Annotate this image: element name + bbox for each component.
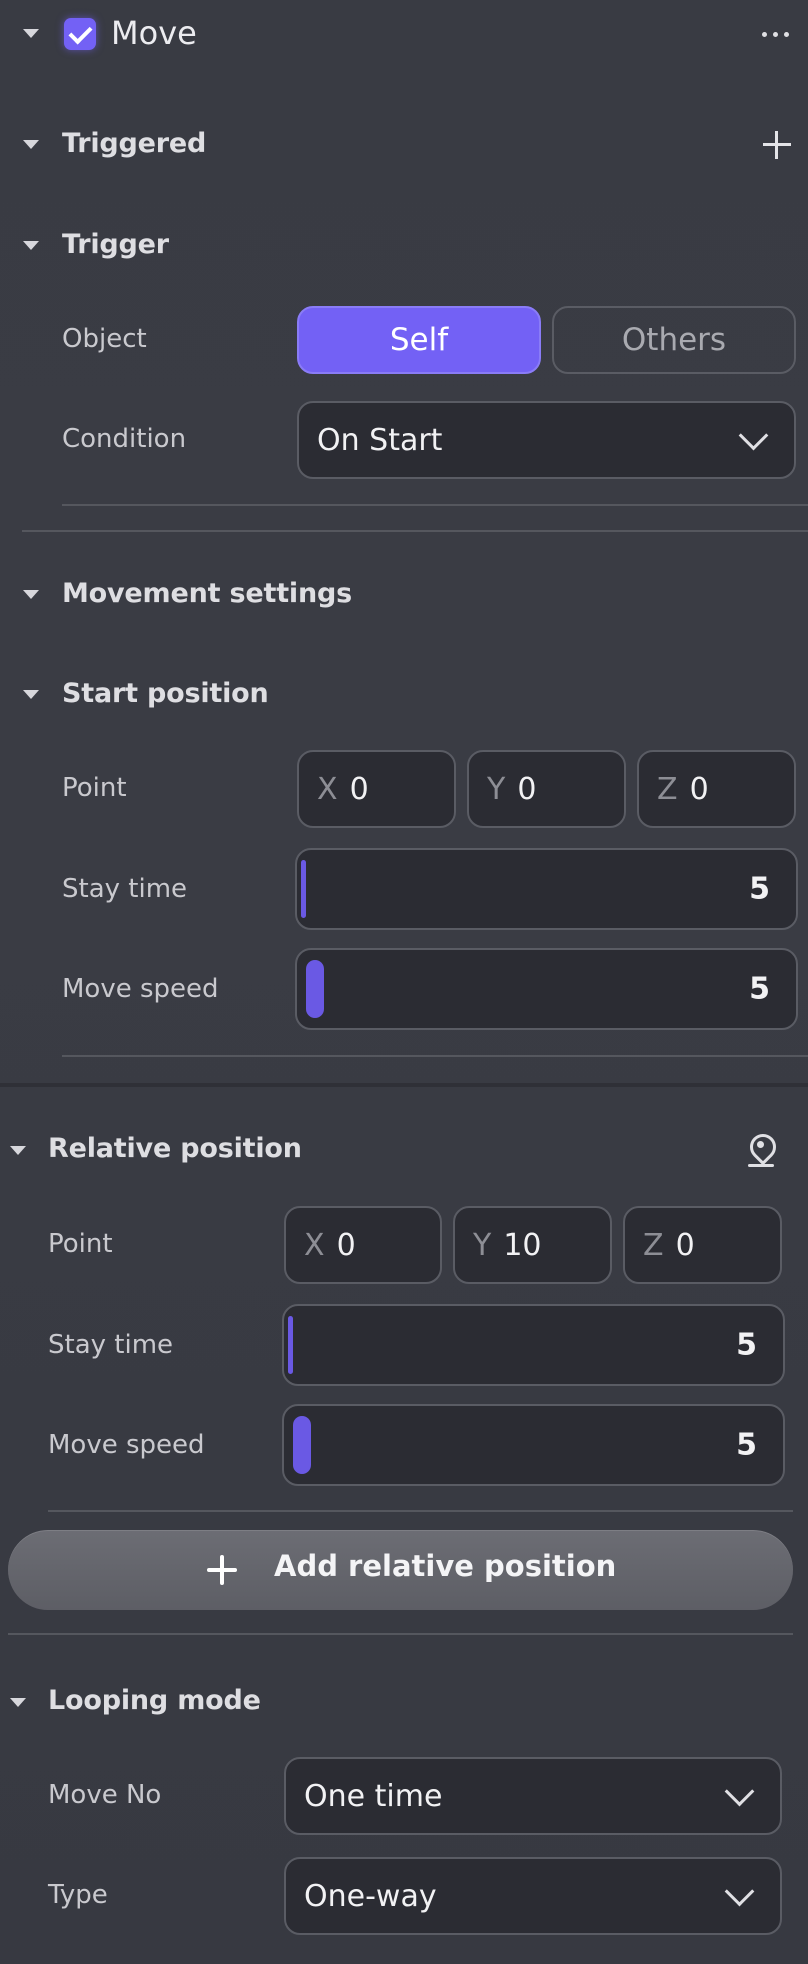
collapse-caret-icon[interactable]: [23, 140, 39, 149]
type-select[interactable]: One-way: [284, 1857, 782, 1935]
point-x-value: 0: [349, 772, 369, 807]
move-no-label: Move No: [48, 1780, 162, 1810]
section-title-movement: Movement settings: [62, 578, 352, 609]
add-relative-position-button[interactable]: Add relative position: [8, 1530, 793, 1610]
collapse-caret-icon[interactable]: [23, 241, 39, 250]
point-z-input[interactable]: Z0: [623, 1206, 782, 1284]
divider: [62, 1055, 808, 1057]
stay-time-slider[interactable]: 5: [295, 848, 798, 930]
slider-fill[interactable]: [288, 1316, 293, 1374]
point-x-input[interactable]: X0: [297, 750, 456, 828]
slider-handle[interactable]: [293, 1416, 311, 1474]
point-y-value: 0: [517, 772, 537, 807]
axis-label: X: [304, 1228, 325, 1263]
type-label: Type: [48, 1880, 108, 1910]
stay-time-label: Stay time: [48, 1330, 174, 1360]
divider: [48, 1510, 793, 1512]
collapse-caret-icon[interactable]: [23, 590, 39, 599]
move-no-select[interactable]: One time: [284, 1757, 782, 1835]
stay-time-value: 5: [749, 871, 770, 907]
object-option-others[interactable]: Others: [552, 306, 796, 374]
section-title-relative-position: Relative position: [48, 1133, 302, 1164]
section-title-triggered: Triggered: [62, 128, 207, 159]
divider: [62, 504, 808, 506]
condition-select[interactable]: On Start: [297, 401, 796, 479]
condition-value: On Start: [317, 423, 443, 458]
section-title-looping-mode: Looping mode: [48, 1685, 261, 1716]
point-z-input[interactable]: Z0: [637, 750, 796, 828]
divider: [8, 1633, 793, 1635]
object-option-self[interactable]: Self: [297, 306, 541, 374]
collapse-caret-icon[interactable]: [23, 690, 39, 699]
panel-seam: [0, 1083, 808, 1087]
slider-handle[interactable]: [306, 960, 324, 1018]
collapse-caret-icon[interactable]: [10, 1146, 26, 1155]
checkmark-icon: [68, 20, 93, 45]
move-speed-slider[interactable]: 5: [282, 1404, 785, 1486]
location-pin-icon[interactable]: [744, 1128, 782, 1170]
move-speed-value: 5: [749, 971, 770, 1007]
slider-fill[interactable]: [301, 860, 306, 918]
point-x-value: 0: [336, 1228, 356, 1263]
stay-time-slider[interactable]: 5: [282, 1304, 785, 1386]
point-label: Point: [62, 773, 127, 803]
chevron-down-icon: [724, 1776, 755, 1807]
move-speed-label: Move speed: [62, 974, 219, 1004]
point-y-input[interactable]: Y0: [467, 750, 626, 828]
move-speed-label: Move speed: [48, 1430, 205, 1460]
move-no-value: One time: [304, 1779, 443, 1814]
section-title-start-position: Start position: [62, 678, 269, 709]
add-trigger-button[interactable]: [763, 131, 791, 159]
axis-label: Y: [487, 772, 506, 807]
divider: [22, 530, 808, 532]
component-title: Move: [111, 14, 197, 52]
object-option-label: Self: [389, 322, 449, 358]
enable-checkbox[interactable]: [64, 18, 96, 50]
collapse-caret-icon[interactable]: [10, 1698, 26, 1707]
add-relative-position-label: Add relative position: [274, 1549, 617, 1583]
stay-time-label: Stay time: [62, 874, 188, 904]
chevron-down-icon: [738, 420, 769, 451]
section-title-trigger: Trigger: [62, 229, 169, 260]
move-speed-value: 5: [736, 1427, 757, 1463]
more-options-icon[interactable]: [760, 20, 792, 44]
axis-label: Z: [643, 1228, 664, 1263]
point-z-value: 0: [689, 772, 709, 807]
axis-label: Z: [657, 772, 678, 807]
object-option-label: Others: [621, 322, 727, 358]
point-z-value: 0: [675, 1228, 695, 1263]
type-value: One-way: [304, 1879, 437, 1914]
condition-label: Condition: [62, 424, 187, 454]
point-y-input[interactable]: Y 10: [453, 1206, 612, 1284]
point-label: Point: [48, 1229, 113, 1259]
stay-time-value: 5: [736, 1327, 757, 1363]
axis-label: Y: [473, 1228, 492, 1263]
move-speed-slider[interactable]: 5: [295, 948, 798, 1030]
collapse-caret-icon[interactable]: [23, 29, 39, 38]
point-y-value: 10: [503, 1228, 542, 1263]
object-label: Object: [62, 324, 147, 354]
plus-icon: [207, 1555, 237, 1585]
point-x-input[interactable]: X0: [284, 1206, 442, 1284]
axis-label: X: [317, 772, 338, 807]
chevron-down-icon: [724, 1876, 755, 1907]
